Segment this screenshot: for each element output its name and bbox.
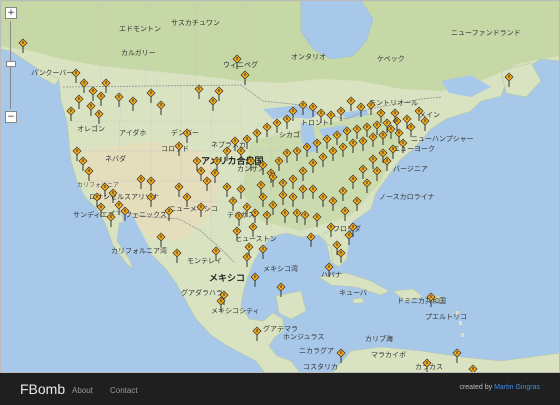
label-havana: ハバナ [321, 271, 342, 279]
map-svg[interactable]: アメリカ合衆国 メキシコ エドモントン サスカチュワン カルガリー バンクーバー… [1, 1, 560, 373]
zoom-control[interactable]: + − [5, 7, 17, 123]
credit-prefix: created by [459, 384, 493, 391]
label-edmonton: エドモントン [119, 25, 161, 33]
footer-bar: FBomb About Contact created by Martin Gi… [0, 373, 560, 405]
credit-text: created by Martin Gingras [459, 384, 540, 391]
label-gulf: メキシコ湾 [263, 264, 298, 273]
label-newfoundland: ニューファンドランド [451, 29, 521, 37]
label-mexico: メキシコ [209, 273, 245, 284]
label-guadalajara: グアダラハラ [181, 288, 223, 297]
label-california: カリフォルニア [77, 182, 119, 189]
label-montreal: モントリオール [369, 99, 418, 107]
label-new-york: ニューヨーク [393, 145, 435, 153]
label-guatemala: グアテマラ [263, 324, 298, 333]
label-oregon: オレゴン [77, 124, 105, 133]
label-new-mexico: ニューメキシコ [169, 205, 218, 213]
label-idaho: アイダホ [119, 128, 146, 137]
label-phoenix: フェニックス [125, 211, 167, 219]
zoom-out-button[interactable]: − [5, 111, 17, 123]
label-saskatchewan: サスカチュワン [171, 19, 220, 27]
label-north-carolina: ノースカロライナ [379, 193, 435, 201]
label-new-hampshire: ニューハンプシャー [411, 135, 474, 143]
jamaica-island [352, 297, 364, 304]
nav-contact[interactable]: Contact [110, 386, 138, 395]
label-cuba: キューバ [339, 289, 367, 297]
zoom-slider-thumb[interactable] [6, 61, 16, 67]
label-chicago: シカゴ [279, 130, 300, 139]
map-canvas[interactable]: アメリカ合衆国 メキシコ エドモントン サスカチュワン カルガリー バンクーバー… [0, 0, 560, 373]
label-baja: カリフォルニア湾 [111, 246, 167, 255]
nav-about[interactable]: About [72, 386, 93, 395]
label-ontario: オンタリオ [291, 52, 326, 61]
label-dominican: ドミニカ共和国 [397, 296, 446, 305]
label-costa-rica: コスタリカ [303, 362, 338, 371]
label-honduras: ホンジュラス [283, 333, 324, 341]
credit-author-link[interactable]: Martin Gingras [494, 384, 540, 391]
label-maracaibo: マラカイボ [371, 351, 406, 359]
label-calgary: カルガリー [121, 48, 156, 57]
label-toronto: トロント [301, 119, 329, 127]
label-mexico-city: メキシコシティ [211, 307, 260, 315]
label-nicaragua: ニカラグア [299, 346, 334, 355]
label-quebec: ケベック [377, 55, 405, 63]
label-puerto-rico: プエルトリコ [425, 313, 467, 321]
label-nevada: ネバダ [105, 154, 126, 163]
label-winnipeg: ウィニペグ [223, 60, 258, 69]
label-monterrey: モンテレイ [187, 257, 222, 265]
label-caribbean: カリブ海 [365, 334, 393, 343]
label-vancouver: バンクーバー [31, 69, 73, 77]
label-florida: フロリダ [333, 224, 361, 233]
label-houston: ヒューストン [235, 235, 277, 243]
zoom-in-button[interactable]: + [5, 7, 17, 19]
brand-logo[interactable]: FBomb [20, 381, 65, 397]
label-virginia: バージニア [393, 165, 428, 173]
